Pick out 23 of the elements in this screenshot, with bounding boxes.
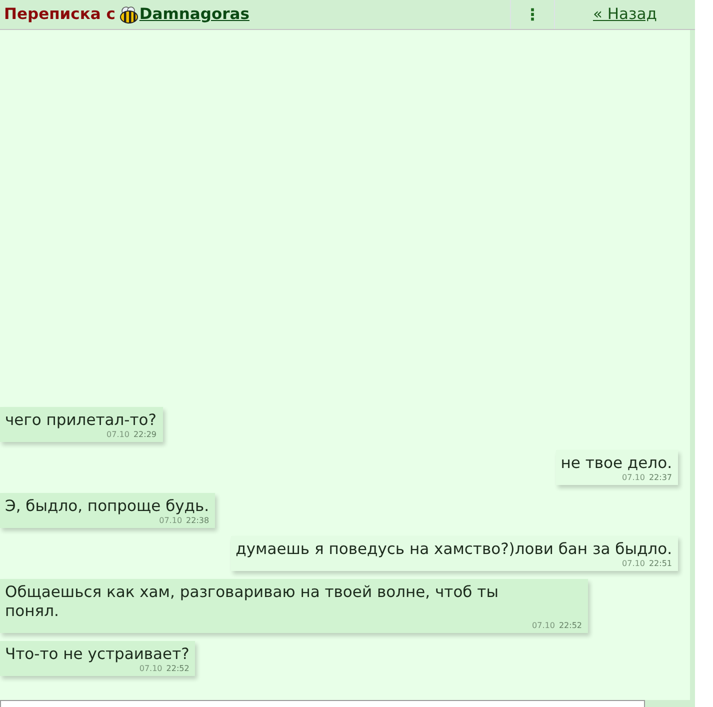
bee-icon [119,6,140,24]
message-text: Что-то не устраивает? [5,645,190,664]
message-date: 07.10 [622,473,645,483]
message-date: 07.10 [622,559,645,569]
message-text: Э, быдло, попроще будь. [5,497,210,516]
message-text: думаешь я поведусь на хамство?)лови бан за быдло. [236,540,672,559]
username-link[interactable]: Damnagoras [139,2,250,26]
message-time: 22:37 [648,473,672,483]
message-date: 07.10 [106,430,130,440]
message-time: 22:51 [648,559,672,569]
back-link[interactable]: « Назад [555,0,695,29]
message-time: 22:38 [186,516,210,526]
message-date: 07.10 [139,664,162,674]
message-date: 07.10 [532,621,555,631]
message-time: 22:29 [133,430,157,440]
message-time: 22:52 [558,621,582,631]
message-date: 07.10 [159,516,182,526]
message-text: чего прилетал-то? [5,411,157,430]
message-text: Общаешься как хам, разговариваю на твоей волне, чтоб ты понял. [5,583,500,621]
message-text: не твое дело. [560,454,672,473]
message-time: 22:52 [166,664,190,674]
conversation-title: Переписка с [3,4,116,25]
menu-button[interactable]: ⋮ [510,0,555,29]
